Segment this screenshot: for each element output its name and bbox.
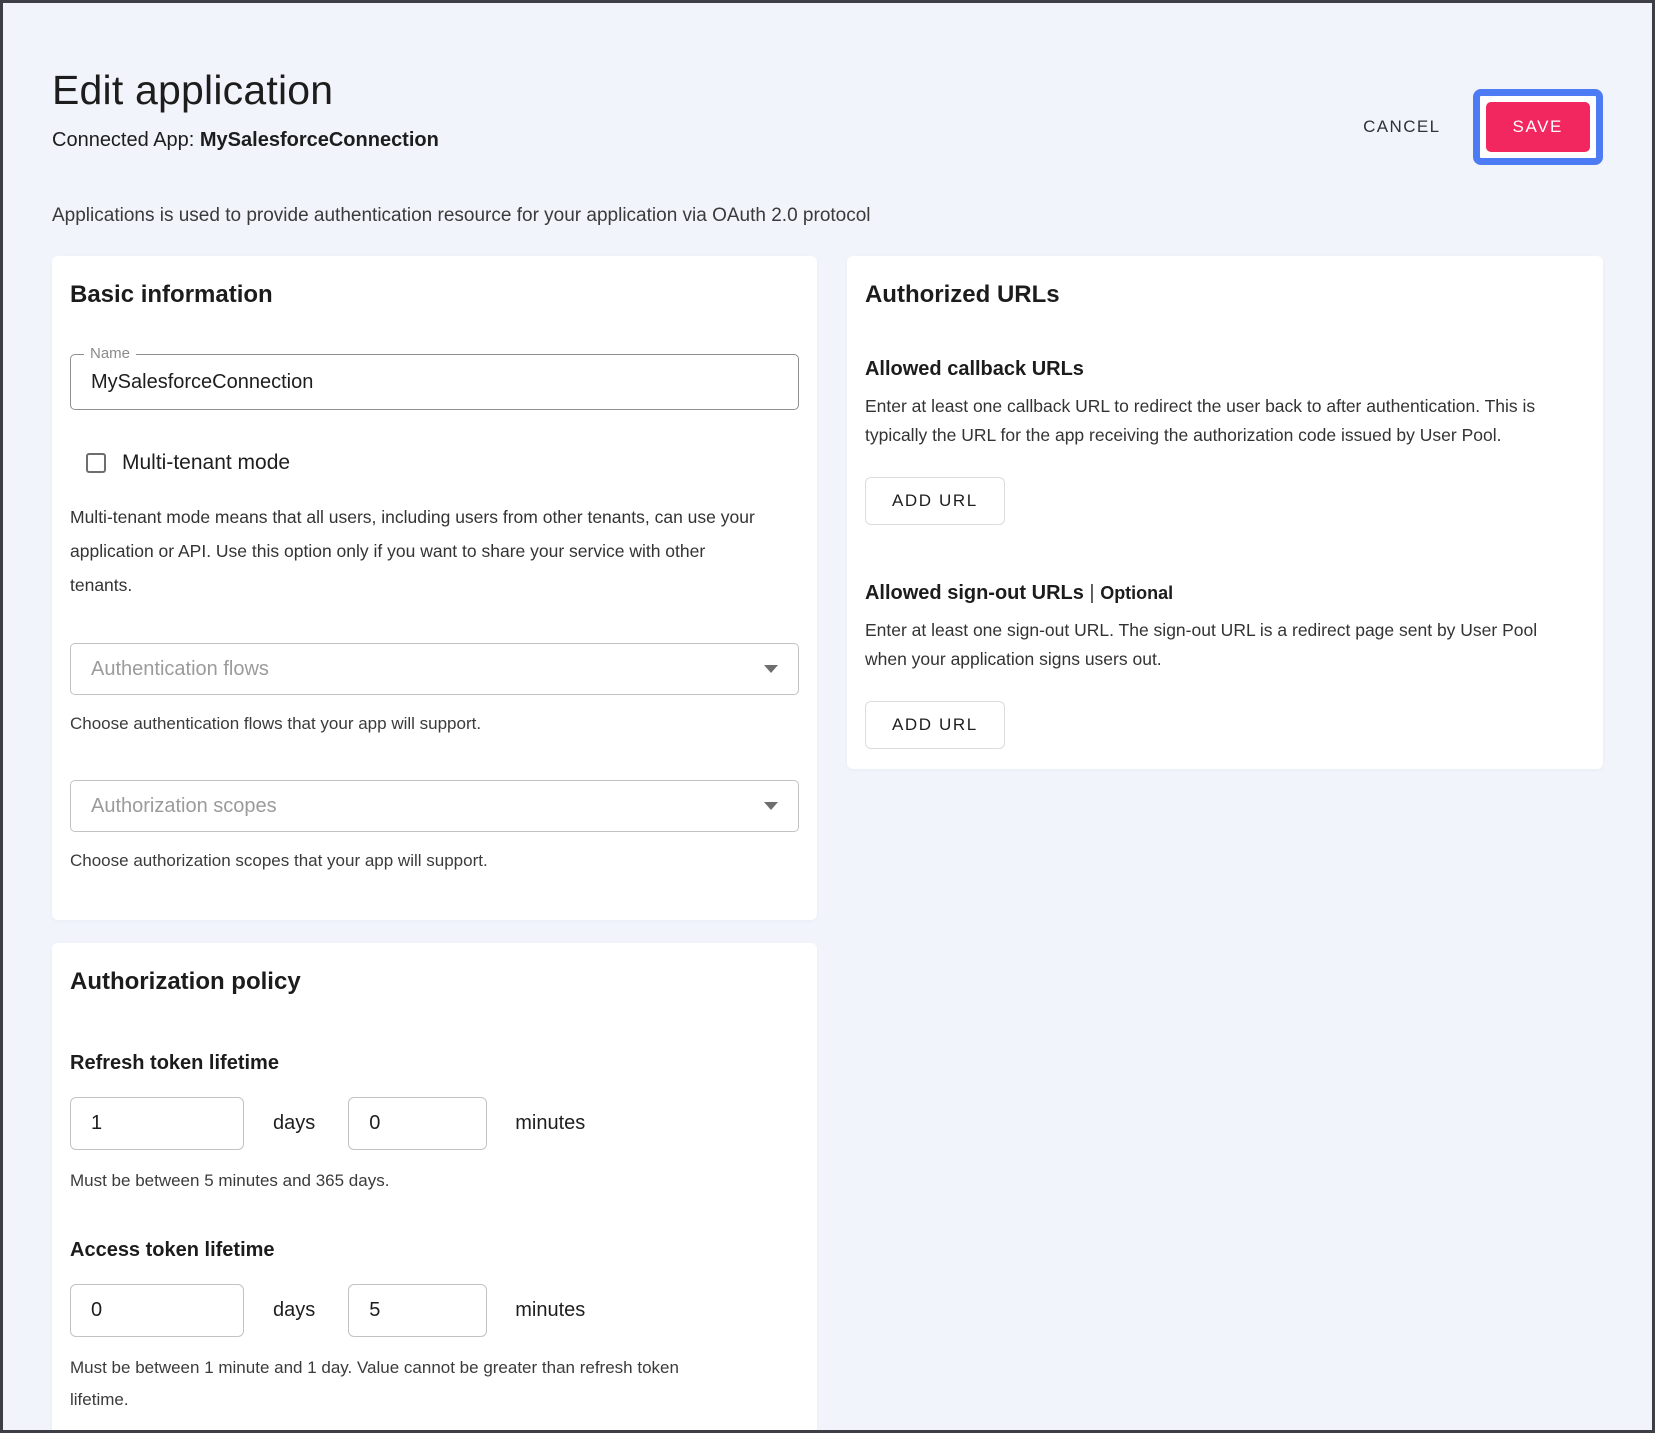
content-columns: Basic information Name Multi-tenant mode… [52,256,1603,1433]
page-description: Applications is used to provide authenti… [52,205,1603,227]
name-field-label: Name [84,345,136,363]
page-title: Edit application [52,67,439,114]
header-actions: CANCEL SAVE [1357,89,1603,165]
connected-app-subtitle: Connected App: MySalesforceConnection [52,129,439,152]
header-titles: Edit application Connected App: MySalesf… [52,67,439,152]
save-button-focus-ring: SAVE [1473,89,1604,165]
refresh-minutes-unit: minutes [515,1112,585,1135]
authorization-scopes-placeholder: Authorization scopes [91,795,277,818]
edit-application-page: Edit application Connected App: MySalesf… [0,0,1655,1433]
authorization-scopes-select[interactable]: Authorization scopes [70,780,799,832]
signout-urls-title-text: Allowed sign-out URLs [865,582,1084,604]
authorization-policy-title: Authorization policy [70,968,799,996]
add-signout-url-button[interactable]: ADD URL [865,701,1005,749]
name-field: Name [70,354,799,410]
multi-tenant-row[interactable]: Multi-tenant mode [70,451,799,475]
refresh-token-lifetime-label: Refresh token lifetime [70,1052,799,1075]
access-minutes-input[interactable] [348,1284,487,1337]
basic-information-card: Basic information Name Multi-tenant mode… [52,256,817,920]
chevron-down-icon [764,665,778,673]
authorized-urls-card: Authorized URLs Allowed callback URLs En… [847,256,1603,769]
left-column: Basic information Name Multi-tenant mode… [52,256,817,1433]
access-minutes-unit: minutes [515,1299,585,1322]
refresh-minutes-input[interactable] [348,1097,487,1150]
authentication-flows-placeholder: Authentication flows [91,658,269,681]
access-days-unit: days [273,1299,315,1322]
refresh-days-unit: days [273,1112,315,1135]
right-column: Authorized URLs Allowed callback URLs En… [847,256,1603,769]
title-separator: | [1089,582,1094,604]
cancel-button[interactable]: CANCEL [1357,107,1446,147]
refresh-token-hint: Must be between 5 minutes and 365 days. [70,1165,730,1197]
optional-badge: Optional [1100,583,1173,603]
authorization-scopes-hint: Choose authorization scopes that your ap… [70,846,799,876]
access-token-lifetime-label: Access token lifetime [70,1239,799,1262]
multi-tenant-label: Multi-tenant mode [122,451,290,475]
add-callback-url-button[interactable]: ADD URL [865,477,1005,525]
authentication-flows-select[interactable]: Authentication flows [70,643,799,695]
refresh-token-row: days minutes [70,1097,799,1150]
callback-urls-title: Allowed callback URLs [865,358,1585,381]
callback-urls-description: Enter at least one callback URL to redir… [865,392,1565,450]
save-button[interactable]: SAVE [1486,102,1591,152]
signout-urls-description: Enter at least one sign-out URL. The sig… [865,616,1565,674]
connected-app-name: MySalesforceConnection [200,129,439,151]
name-input[interactable] [71,371,798,394]
chevron-down-icon [764,802,778,810]
page-header: Edit application Connected App: MySalesf… [52,67,1603,165]
subtitle-prefix: Connected App: [52,129,200,151]
authorization-policy-card: Authorization policy Refresh token lifet… [52,943,817,1433]
access-token-row: days minutes [70,1284,799,1337]
authentication-flows-hint: Choose authentication flows that your ap… [70,709,799,739]
authorized-urls-title: Authorized URLs [865,281,1585,309]
access-days-input[interactable] [70,1284,244,1337]
refresh-days-input[interactable] [70,1097,244,1150]
multi-tenant-description: Multi-tenant mode means that all users, … [70,500,770,602]
access-token-hint: Must be between 1 minute and 1 day. Valu… [70,1352,730,1416]
multi-tenant-checkbox[interactable] [86,453,106,473]
basic-information-title: Basic information [70,281,799,309]
signout-urls-title: Allowed sign-out URLs | Optional [865,582,1585,605]
